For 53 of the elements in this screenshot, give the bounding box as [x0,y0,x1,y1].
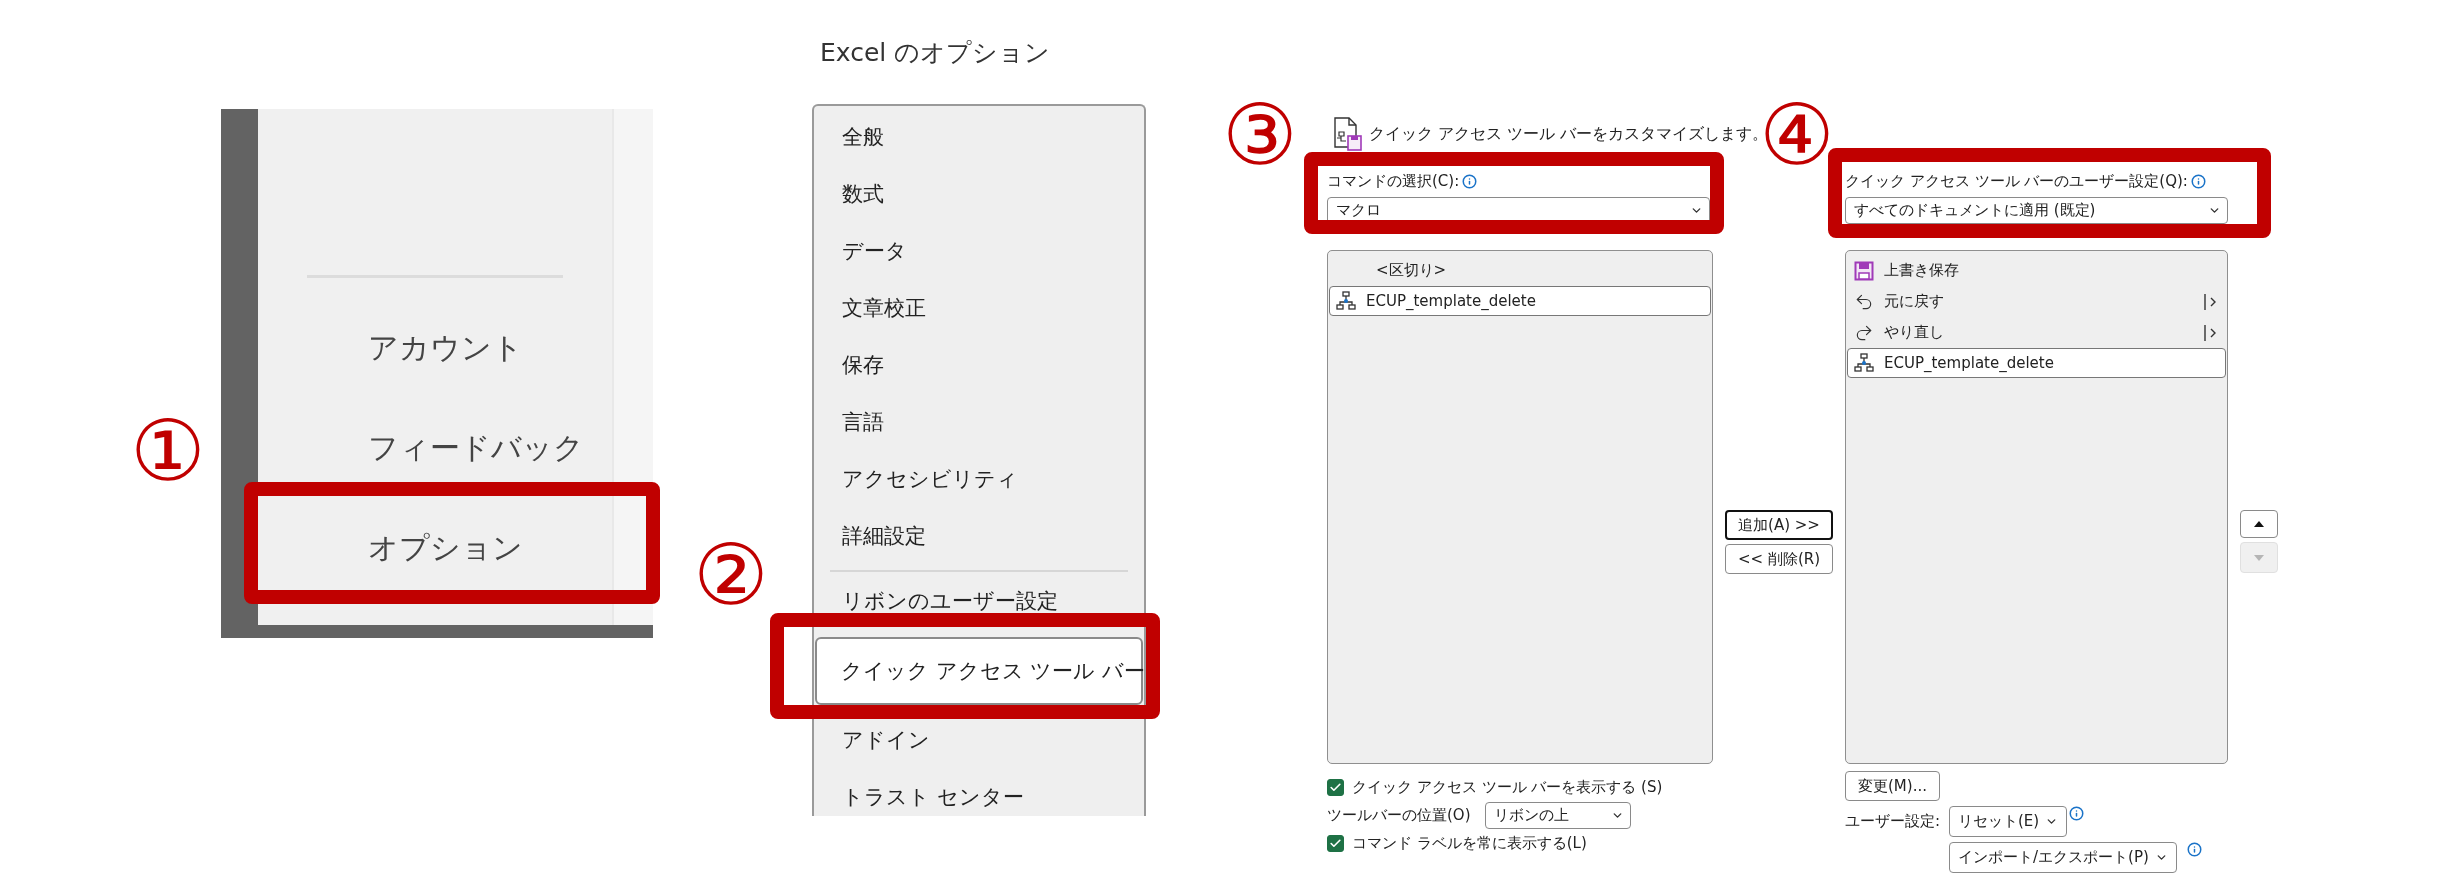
command-list-item[interactable]: ECUP_template_delete [1329,286,1711,316]
nav-item[interactable]: クイック アクセス ツール バー [815,637,1143,705]
nav-item[interactable]: 数式 [814,165,1144,222]
checkbox[interactable] [1327,779,1344,796]
checkbox[interactable] [1327,835,1344,852]
nav-item[interactable]: アドイン [814,711,1144,768]
field-label: ユーザー設定: [1845,812,1937,831]
command-list-item[interactable]: やり直し [1847,317,2226,348]
backstage-menu-item[interactable]: アカウント [258,298,612,398]
triangle-down-icon [2254,554,2264,561]
info-icon [1462,174,1478,189]
nav-item[interactable]: 言語 [814,393,1144,450]
modify-button[interactable]: 変更(M)... [1845,771,1940,801]
command-list-item[interactable]: ECUP_template_delete [1847,348,2226,378]
checkbox-label: コマンド ラベルを常に表示する(L) [1352,834,1587,853]
backstage-menu-item[interactable]: フィードバック [258,398,612,498]
flowchart-icon [1854,353,1874,373]
nav-item[interactable]: 文章校正 [814,279,1144,336]
step-number: ① [130,409,206,493]
info-icon [2186,842,2202,857]
triangle-up-icon [2254,521,2264,527]
nav-item[interactable]: 詳細設定 [814,507,1144,564]
move-up-button[interactable] [2240,510,2278,538]
nav-item[interactable]: 保存 [814,336,1144,393]
info-icon [2190,174,2206,189]
nav-item[interactable]: リボンのユーザー設定 [814,572,1144,629]
remove-button[interactable]: << 削除(R) [1725,544,1833,574]
command-list-item[interactable]: <区切り> [1329,255,1711,286]
nav-item[interactable]: データ [814,222,1144,279]
command-list-item[interactable]: 元に戻す [1847,286,2226,317]
check-icon [1329,837,1342,850]
step-number: ② [693,533,769,617]
import-export-button[interactable]: インポート/エクスポート(P) [1949,842,2177,873]
backstage-menu-item[interactable]: オプション [258,498,612,598]
toolbar-position-select[interactable]: リボンの上 [1484,802,1631,829]
save-icon [1854,260,1874,281]
customize-for-select[interactable]: すべてのドキュメントに適用 (既定) [1845,197,2228,224]
field-label: クイック アクセス ツール バーのユーザー設定(Q): [1845,172,2188,191]
nav-item[interactable]: アクセシビリティ [814,450,1144,507]
nav-item[interactable]: トラスト センター [814,768,1144,816]
command-list-item[interactable]: 上書き保存 [1847,255,2226,286]
reset-button[interactable]: リセット(E) [1949,806,2068,837]
checkbox-label: クイック アクセス ツール バーを表示する (S) [1352,778,1663,797]
field-label: ツールバーの位置(O) [1327,806,1471,825]
flowchart-icon [1336,291,1356,311]
step-number: ③ [1222,93,1298,177]
info-icon [2069,806,2085,821]
add-button[interactable]: 追加(A) >> [1725,510,1833,540]
check-icon [1329,781,1342,794]
dialog-title: Excel のオプション [820,37,1051,69]
field-label: コマンドの選択(C): [1327,172,1460,191]
document-save-icon [1333,116,1363,152]
nav-item[interactable]: 全般 [814,108,1144,165]
